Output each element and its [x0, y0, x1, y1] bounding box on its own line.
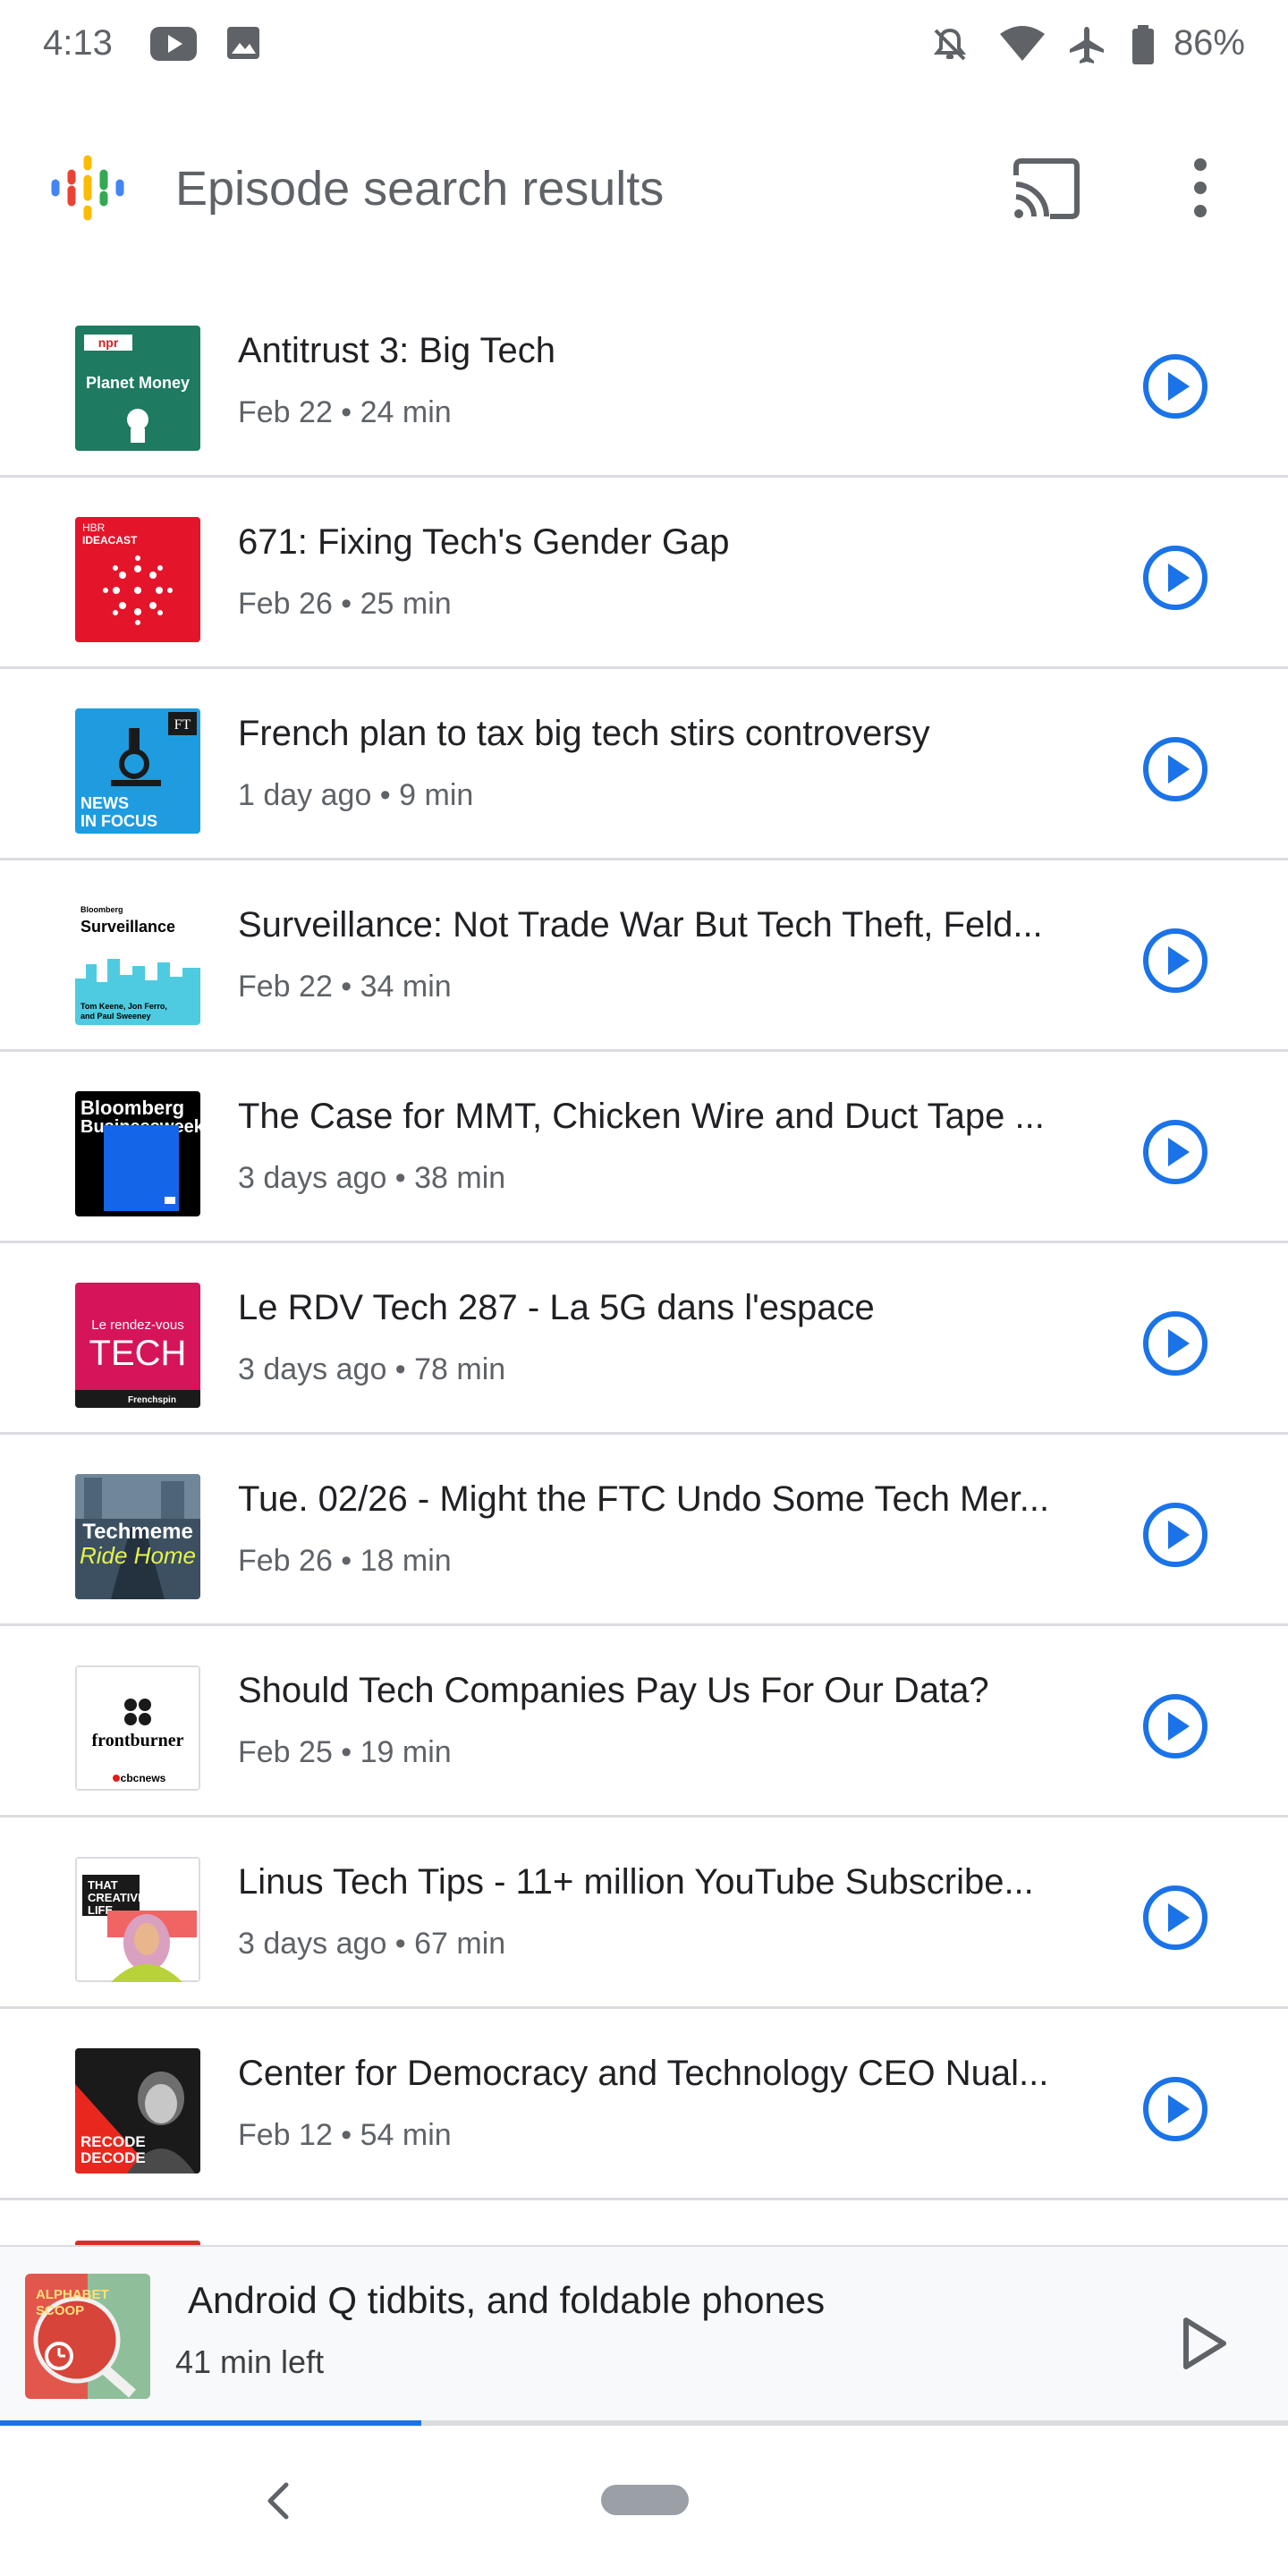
episode-list: npr Planet Money Antitrust 3: Big Tech F… [0, 286, 1288, 2200]
episode-title: Linus Tech Tips - 11+ million YouTube Su… [238, 1862, 1034, 1902]
episode-meta: Feb 26 • 25 min [238, 587, 452, 621]
episode-row[interactable]: npr Planet Money Antitrust 3: Big Tech F… [0, 286, 1288, 478]
play-circle-icon[interactable] [1140, 1116, 1211, 1188]
svg-text:Frenchspin: Frenchspin [128, 1395, 176, 1405]
svg-text:cbcnews: cbcnews [121, 1772, 166, 1784]
svg-text:Surveillance: Surveillance [80, 918, 175, 936]
episode-title: Should Tech Companies Pay Us For Our Dat… [238, 1671, 989, 1710]
episode-row[interactable]: Bloomberg Businessweek The Case for MMT,… [0, 1052, 1288, 1243]
more-vert-icon[interactable] [1181, 156, 1220, 220]
play-circle-icon[interactable] [1140, 1882, 1211, 1953]
page-title: Episode search results [175, 162, 665, 216]
svg-text:THAT: THAT [88, 1878, 118, 1892]
episode-meta: 3 days ago • 78 min [238, 1352, 506, 1386]
cast-icon[interactable] [1011, 157, 1082, 220]
youtube-icon [150, 27, 197, 61]
now-playing-bar[interactable]: ALPHABET SCOOP Android Q tidbits, and fo… [0, 2245, 1288, 2424]
episode-row[interactable]: RECODE DECODE Center for Democracy and T… [0, 2009, 1288, 2200]
play-circle-icon[interactable] [1140, 2073, 1211, 2145]
play-circle-icon[interactable] [1140, 733, 1211, 805]
podcast-artwork-planet-money: npr Planet Money [75, 326, 200, 451]
episode-title: French plan to tax big tech stirs contro… [238, 714, 930, 753]
svg-text:IN FOCUS: IN FOCUS [80, 812, 157, 830]
play-circle-icon[interactable] [1140, 1499, 1211, 1571]
now-playing-title: Android Q tidbits, and foldable phones [188, 2279, 826, 2321]
podcast-artwork-front-burner: frontburner cbcnews [75, 1665, 200, 1791]
episode-title: Le RDV Tech 287 - La 5G dans l'espace [238, 1288, 875, 1327]
episode-row[interactable]: FT NEWS IN FOCUS French plan to tax big … [0, 669, 1288, 860]
episode-title: Surveillance: Not Trade War But Tech The… [238, 905, 1043, 945]
back-icon[interactable] [259, 2478, 299, 2524]
episode-meta: 1 day ago • 9 min [238, 778, 474, 812]
airplane-mode-icon [1070, 27, 1104, 64]
play-circle-icon[interactable] [1140, 1690, 1211, 1762]
podcast-artwork-that-creative-life: THAT CREATIVE LIFE [75, 1857, 200, 1982]
svg-text:HBR: HBR [82, 521, 106, 534]
svg-text:Tom Keene, Jon Ferro,: Tom Keene, Jon Ferro, [80, 1002, 167, 1011]
episode-title: Antitrust 3: Big Tech [238, 331, 555, 370]
svg-text:RECODE: RECODE [80, 2133, 146, 2150]
episode-meta: Feb 25 • 19 min [238, 1735, 452, 1769]
podcast-artwork-bloomberg-businessweek: Bloomberg Businessweek [75, 1091, 200, 1216]
play-icon[interactable] [1179, 2315, 1229, 2372]
episode-row[interactable]: HBR IDEACAST 671: Fixing Tech's Gender G… [0, 478, 1288, 669]
play-circle-icon[interactable] [1140, 542, 1211, 614]
system-nav-bar [0, 2426, 1288, 2576]
episode-meta: 3 days ago • 67 min [238, 1927, 506, 1961]
podcast-artwork-techmeme-ride-home: Techmeme Ride Home [75, 1474, 200, 1599]
episode-meta: 3 days ago • 38 min [238, 1161, 506, 1195]
battery-percent: 86% [1173, 23, 1245, 63]
podcast-artwork-ft-news-in-focus: FT NEWS IN FOCUS [75, 708, 200, 834]
svg-text:IDEACAST: IDEACAST [82, 534, 138, 547]
svg-text:DECODE: DECODE [80, 2149, 146, 2166]
episode-row[interactable]: Bloomberg Surveillance Tom Keene, Jon Fe… [0, 860, 1288, 1052]
svg-text:npr: npr [98, 335, 119, 350]
episode-row[interactable]: Le rendez-vous TECH Frenchspin Le RDV Te… [0, 1243, 1288, 1435]
svg-text:SCOOP: SCOOP [36, 2303, 84, 2318]
home-pill[interactable] [601, 2485, 689, 2515]
podcast-artwork-recode-decode: RECODE DECODE [75, 2048, 200, 2174]
episode-row[interactable]: THAT CREATIVE LIFE Linus Tech Tips - 11+… [0, 1818, 1288, 2009]
app-bar: Episode search results [0, 134, 1288, 242]
image-icon [227, 27, 259, 59]
do-not-disturb-icon [933, 28, 967, 61]
episode-meta: Feb 22 • 34 min [238, 970, 452, 1004]
svg-text:TECH: TECH [89, 1334, 187, 1373]
play-circle-icon[interactable] [1140, 925, 1211, 996]
episode-meta: Feb 26 • 18 min [238, 1544, 452, 1578]
wifi-icon [1000, 26, 1045, 61]
svg-text:CREATIVE: CREATIVE [88, 1891, 146, 1904]
now-playing-artwork: ALPHABET SCOOP [25, 2274, 150, 2399]
svg-text:ALPHABET: ALPHABET [36, 2287, 109, 2302]
episode-title: 671: Fixing Tech's Gender Gap [238, 522, 730, 562]
episode-meta: Feb 22 • 24 min [238, 395, 452, 429]
now-playing-time-left: 41 min left [175, 2343, 325, 2380]
episode-title: Center for Democracy and Technology CEO … [238, 2054, 1049, 2093]
svg-text:Techmeme: Techmeme [82, 1520, 193, 1544]
status-bar: 4:13 86% [0, 0, 1288, 89]
episode-row[interactable]: Techmeme Ride Home Tue. 02/26 - Might th… [0, 1435, 1288, 1626]
podcast-artwork-hbr-ideacast: HBR IDEACAST [75, 517, 200, 642]
svg-text:Le rendez-vous: Le rendez-vous [91, 1318, 183, 1333]
play-circle-icon[interactable] [1140, 1308, 1211, 1379]
google-podcasts-logo [51, 155, 124, 221]
svg-text:FT: FT [174, 717, 191, 733]
episode-row[interactable]: frontburner cbcnews Should Tech Companie… [0, 1626, 1288, 1818]
episode-meta: Feb 12 • 54 min [238, 2118, 452, 2152]
episode-title: Tue. 02/26 - Might the FTC Undo Some Tec… [238, 1479, 1050, 1519]
podcast-artwork-bloomberg-surveillance: Bloomberg Surveillance Tom Keene, Jon Fe… [75, 900, 200, 1025]
status-time: 4:13 [43, 23, 113, 63]
svg-text:Bloomberg: Bloomberg [80, 1097, 184, 1119]
svg-text:NEWS: NEWS [80, 794, 129, 812]
svg-text:Planet Money: Planet Money [86, 374, 190, 392]
podcast-artwork-le-rdv-tech: Le rendez-vous TECH Frenchspin [75, 1283, 200, 1408]
svg-text:and Paul Sweeney: and Paul Sweeney [80, 1012, 151, 1021]
battery-icon [1132, 25, 1154, 64]
svg-text:Ride Home: Ride Home [80, 1542, 196, 1569]
play-circle-icon[interactable] [1140, 351, 1211, 422]
episode-title: The Case for MMT, Chicken Wire and Duct … [238, 1097, 1045, 1136]
svg-text:frontburner: frontburner [92, 1731, 184, 1750]
svg-text:Bloomberg: Bloomberg [80, 905, 123, 914]
